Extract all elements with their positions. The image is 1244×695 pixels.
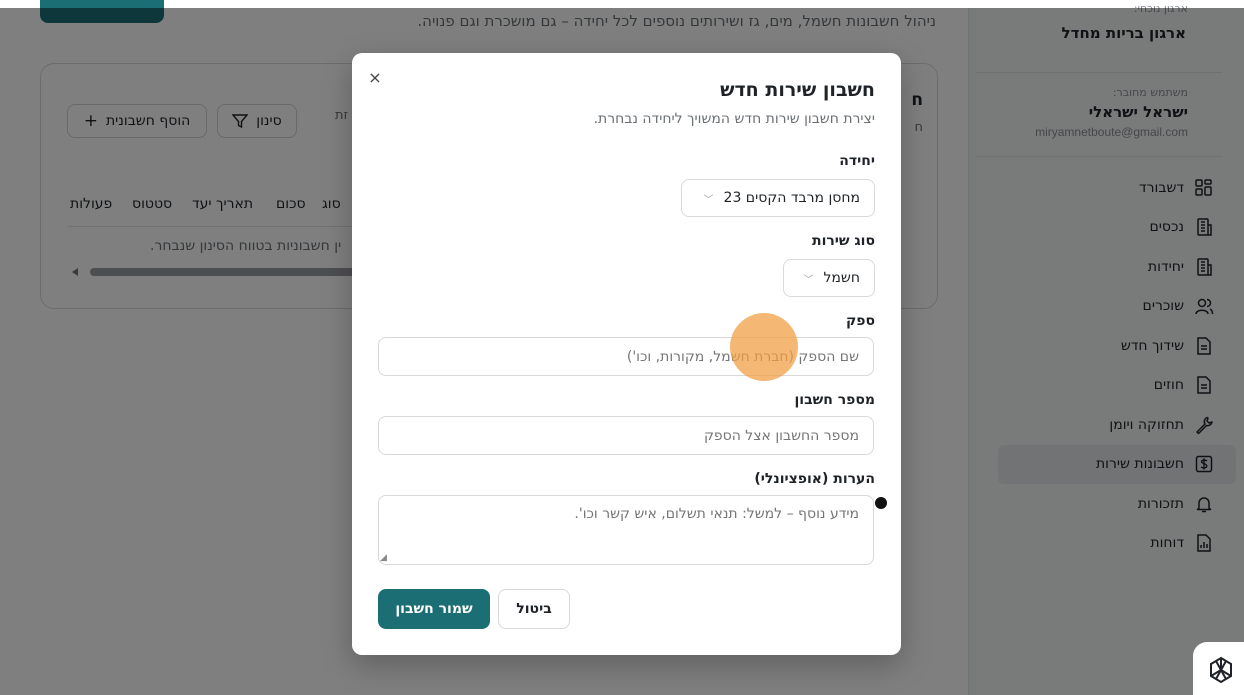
service-type-select[interactable]: חשמל ﹀ [783,259,875,297]
notes-label: הערות (אופציונלי) [754,471,875,487]
provider-label: ספק [845,313,875,329]
chevron-down-icon: ﹀ [703,194,714,206]
logo-icon [1210,656,1232,684]
brand-logo[interactable] [1193,642,1244,695]
account-number-label: מספר חשבון [794,392,875,408]
cursor-dot [875,497,887,509]
service-type-label: סוג שירות [812,233,875,249]
notes-textarea[interactable] [378,495,874,565]
unit-select[interactable]: מחסן מרבד הקסים 23 ﹀ [681,179,875,217]
close-icon[interactable]: × [366,69,384,87]
unit-select-value: מחסן מרבד הקסים 23 [723,190,860,206]
account-number-input[interactable] [378,416,874,455]
resize-grip-icon[interactable]: ◢ [380,553,387,563]
save-bill-button[interactable]: שמור חשבון [378,589,490,629]
new-service-bill-dialog: × חשבון שירות חדש יצירת חשבון שירות חדש … [352,53,901,655]
unit-label: יחידה [839,153,875,169]
top-strip [0,0,1244,8]
chevron-down-icon: ﹀ [803,274,814,286]
click-indicator [730,313,798,381]
dialog-subtitle: יצירת חשבון שירות חדש המשויך ליחידה נבחר… [593,111,875,127]
provider-input[interactable] [378,337,874,376]
service-type-value: חשמל [823,270,860,286]
dialog-title: חשבון שירות חדש [720,79,875,101]
cancel-button[interactable]: ביטול [498,589,570,629]
